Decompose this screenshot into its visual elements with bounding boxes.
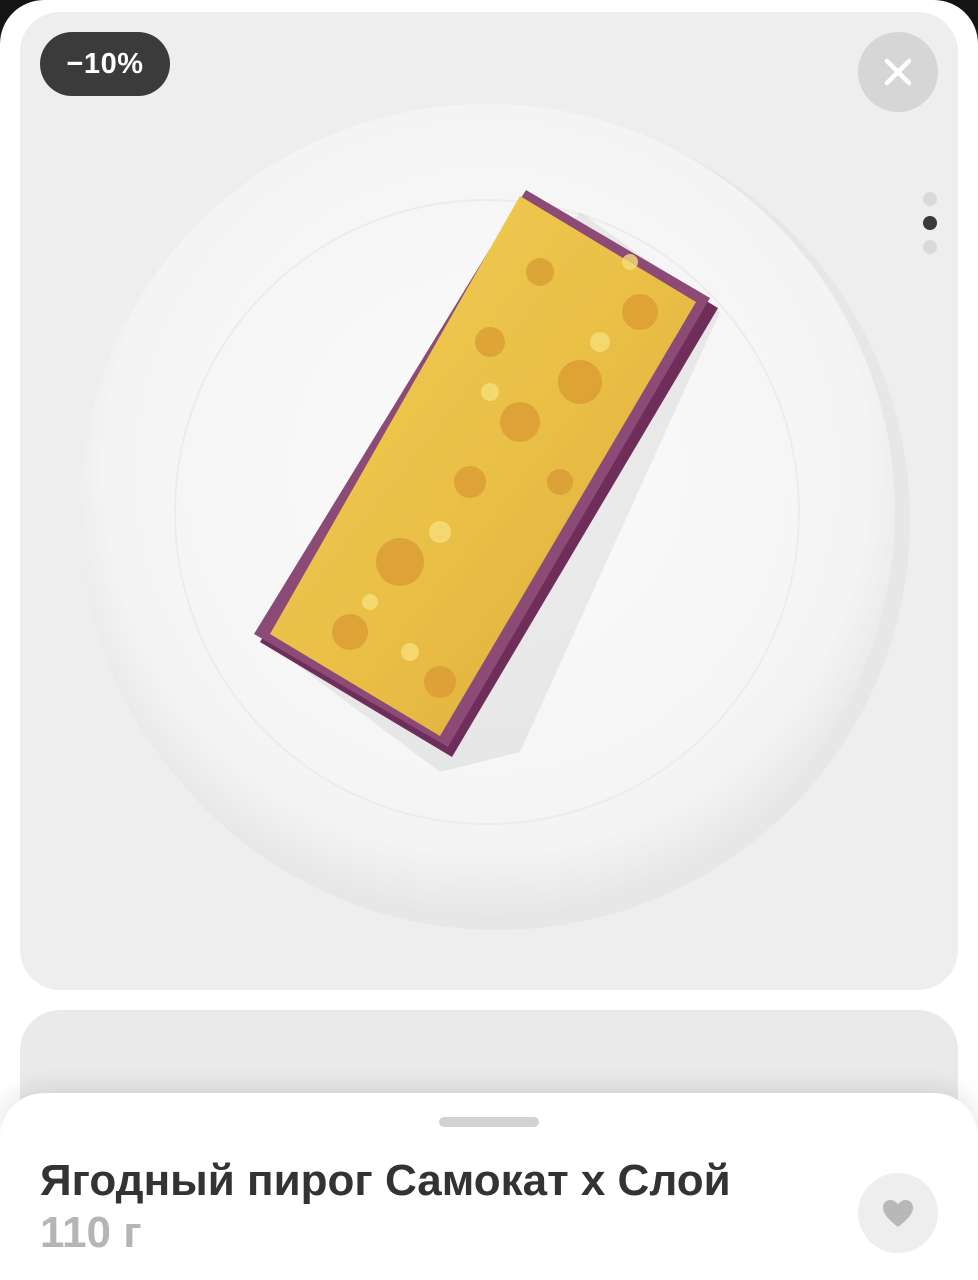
heart-icon <box>883 1200 913 1227</box>
discount-text: −10% <box>66 47 144 80</box>
gallery-dot-1[interactable] <box>923 192 937 206</box>
close-icon <box>884 58 912 86</box>
gallery-dot-2[interactable] <box>923 216 937 230</box>
sheet-drag-handle[interactable] <box>439 1117 539 1127</box>
gallery-pagination <box>922 192 938 254</box>
close-button[interactable] <box>858 32 938 112</box>
product-gallery[interactable]: −10% <box>20 12 958 990</box>
favorite-button[interactable] <box>858 1173 938 1253</box>
gallery-dot-3[interactable] <box>923 240 937 254</box>
product-screen: −10% Ягодный пирог Самокат х Слой 110 г <box>0 0 978 1280</box>
discount-badge: −10% <box>40 32 170 96</box>
product-info-sheet: Ягодный пирог Самокат х Слой 110 г <box>0 1093 978 1280</box>
product-weight: 110 г <box>40 1208 142 1257</box>
product-title: Ягодный пирог Самокат х Слой 110 г <box>40 1155 800 1259</box>
product-name: Ягодный пирог Самокат х Слой <box>40 1156 731 1205</box>
product-image <box>79 104 910 930</box>
